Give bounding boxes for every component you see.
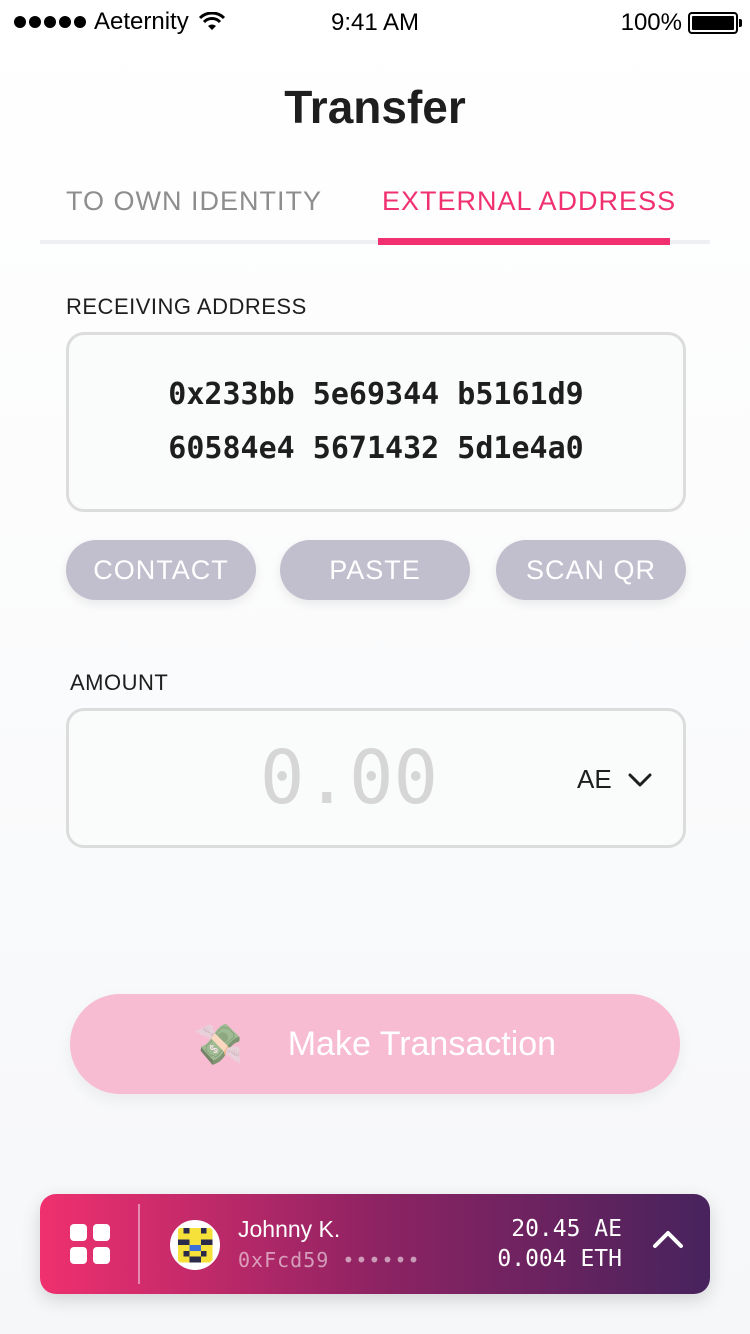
- battery-icon: [688, 12, 742, 34]
- scan-qr-button[interactable]: SCAN QR: [496, 540, 686, 600]
- page-title: Transfer: [284, 81, 466, 133]
- account-name: Johnny K.: [238, 1216, 341, 1242]
- contact-button[interactable]: CONTACT: [66, 540, 256, 600]
- paste-button[interactable]: PASTE: [280, 540, 470, 600]
- transfer-tabs: TO OWN IDENTITY EXTERNAL ADDRESS: [40, 186, 710, 245]
- currency-value: AE: [577, 764, 612, 794]
- account-bar[interactable]: Johnny K. 0xFcd59 •••••• 20.45 AE 0.004 …: [40, 1194, 710, 1294]
- make-transaction-button[interactable]: 💸 Make Transaction: [70, 994, 680, 1094]
- currency-select[interactable]: AE: [577, 764, 652, 795]
- active-tab-indicator: [378, 238, 670, 245]
- tab-external-address[interactable]: EXTERNAL ADDRESS: [382, 186, 676, 244]
- tab-own-identity[interactable]: TO OWN IDENTITY: [66, 186, 322, 244]
- make-transaction-label: Make Transaction: [287, 1024, 557, 1063]
- address-line-1: 0x233bb 5e69344 b5161d9: [168, 377, 584, 412]
- battery-status: 100%: [620, 9, 742, 37]
- receiving-address-field[interactable]: 0x233bb 5e69344 b5161d9 60584e4 5671432 …: [66, 332, 686, 512]
- chevron-up-icon[interactable]: [652, 1228, 684, 1250]
- amount-label: AMOUNT: [70, 670, 169, 695]
- amount-input[interactable]: [219, 733, 479, 823]
- balance-ae: 20.45 AE: [511, 1216, 622, 1242]
- avatar: [170, 1220, 220, 1270]
- account-address: 0xFcd59 ••••••: [238, 1248, 421, 1272]
- balance-eth: 0.004 ETH: [497, 1246, 622, 1272]
- status-bar: Aeternity 9:41 AM 100%: [0, 0, 750, 44]
- divider: [138, 1204, 140, 1284]
- amount-field: AE: [66, 708, 686, 848]
- battery-percent: 100%: [620, 9, 682, 36]
- receiving-address-label: RECEIVING ADDRESS: [66, 294, 307, 319]
- money-with-wings-icon: 💸: [193, 1022, 244, 1067]
- chevron-down-icon: [628, 773, 652, 786]
- apps-grid-icon[interactable]: [70, 1224, 110, 1264]
- address-line-2: 60584e4 5671432 5d1e4a0: [168, 431, 584, 466]
